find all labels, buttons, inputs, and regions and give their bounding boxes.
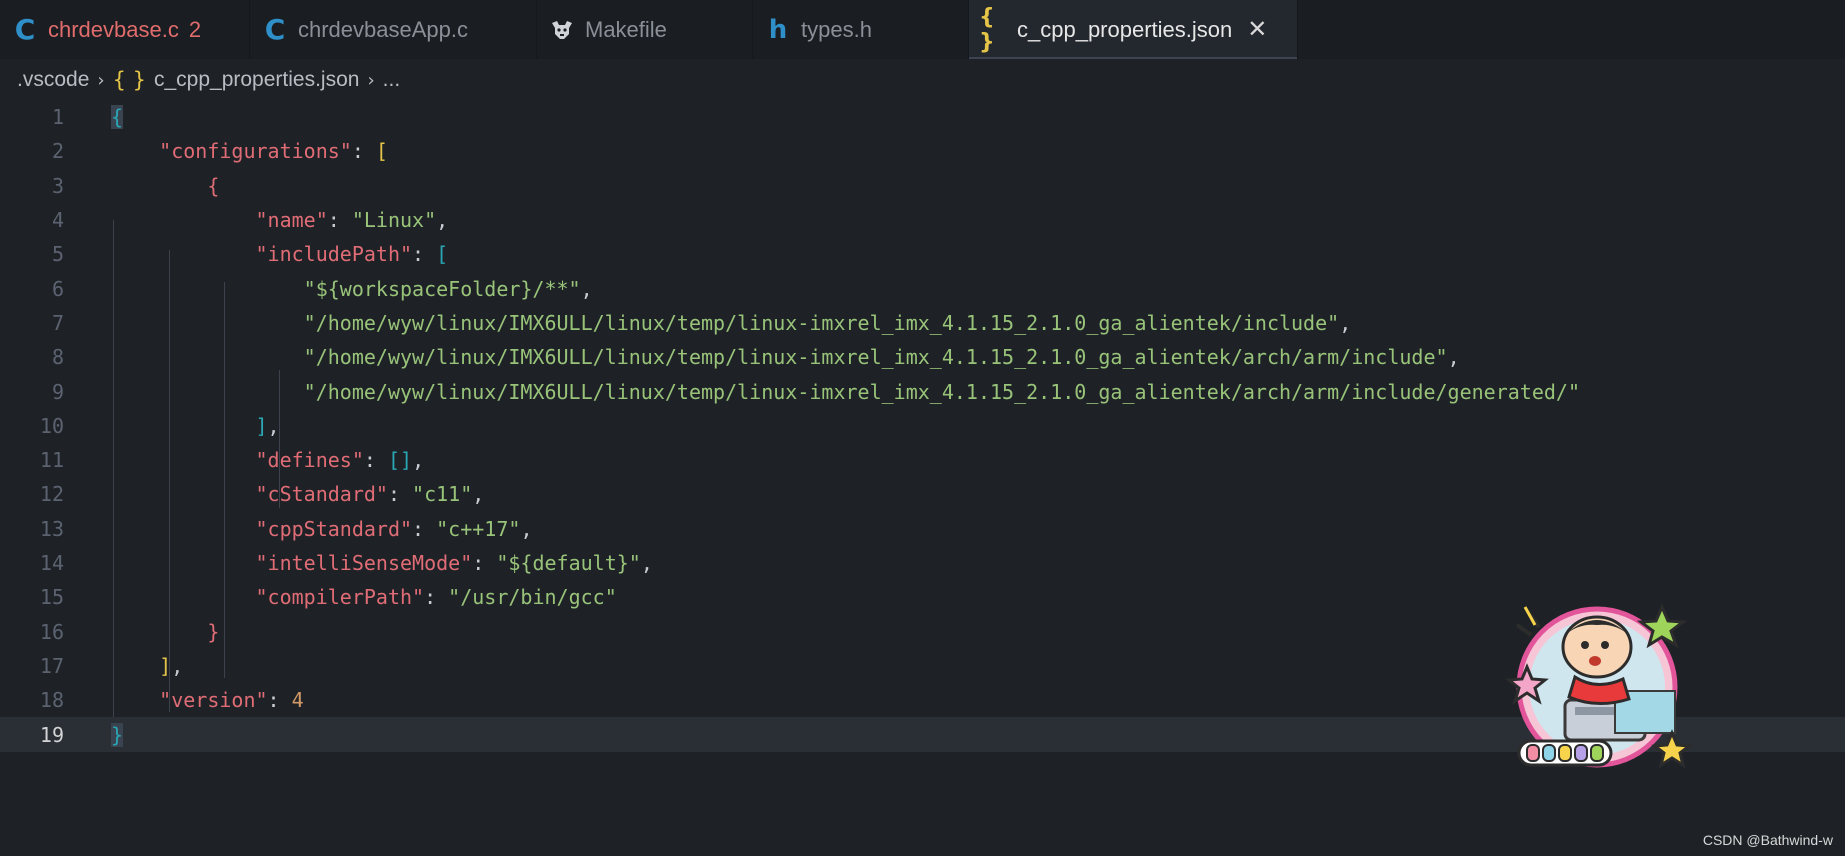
c-file-icon: C — [264, 13, 286, 46]
code-text: "cStandard": "c11", — [255, 482, 485, 507]
tab-label: types.h — [801, 16, 872, 42]
tab-label: chrdevbase.c — [48, 16, 179, 42]
code-line: 13 "cppStandard": "c++17", — [0, 512, 1845, 546]
line-number: 17 — [39, 653, 64, 678]
line-number: 14 — [39, 551, 64, 576]
tab-chrdevbase-c[interactable]: C chrdevbase.c 2 — [0, 0, 250, 59]
line-number: 9 — [51, 379, 64, 404]
tab-c-cpp-properties-json[interactable]: { } c_cpp_properties.json ✕ — [969, 0, 1298, 59]
line-number: 18 — [39, 688, 64, 713]
c-file-icon: C — [14, 13, 36, 46]
code-text: "/home/wyw/linux/IMX6ULL/linux/temp/linu… — [303, 379, 1581, 404]
line-number: 19 — [39, 722, 64, 747]
chevron-right-icon: › — [367, 69, 375, 91]
makefile-icon — [547, 19, 577, 41]
line-number: 2 — [51, 139, 64, 164]
code-line: 3 { — [0, 169, 1845, 203]
code-line: 12 "cStandard": "c11", — [0, 477, 1845, 511]
line-number: 10 — [39, 413, 64, 438]
code-line: 11 "defines": [], — [0, 443, 1845, 477]
code-text: "intelliSenseMode": "${default}", — [255, 551, 653, 576]
code-text: "version": 4 — [159, 688, 304, 713]
line-number: 16 — [39, 619, 64, 644]
tab-types-h[interactable]: h types.h — [753, 0, 969, 59]
code-text: "cppStandard": "c++17", — [255, 516, 533, 541]
code-text: ], — [159, 653, 184, 678]
json-file-icon: { } — [112, 68, 146, 92]
problems-badge: 2 — [188, 16, 202, 42]
line-number: 12 — [39, 482, 64, 507]
code-text: "/home/wyw/linux/IMX6ULL/linux/temp/linu… — [303, 310, 1352, 335]
breadcrumb-folder[interactable]: .vscode — [17, 68, 89, 92]
code-text: "compilerPath": "/usr/bin/gcc" — [255, 585, 617, 610]
code-line: 4 "name": "Linux", — [0, 203, 1845, 237]
chevron-right-icon: › — [97, 69, 105, 91]
line-number: 11 — [39, 448, 64, 473]
code-text: } — [207, 619, 220, 644]
code-line: 8 "/home/wyw/linux/IMX6ULL/linux/temp/li… — [0, 340, 1845, 374]
line-number: 1 — [51, 105, 64, 130]
code-text: { — [207, 173, 220, 198]
line-number: 4 — [51, 208, 64, 233]
editor-tab-bar: C chrdevbase.c 2 C chrdevbaseApp.c Makef… — [0, 0, 1845, 59]
line-number: 5 — [51, 242, 64, 267]
code-text: } — [111, 722, 124, 747]
line-number: 8 — [51, 345, 64, 370]
code-line: 7 "/home/wyw/linux/IMX6ULL/linux/temp/li… — [0, 306, 1845, 340]
code-line: 14 "intelliSenseMode": "${default}", — [0, 546, 1845, 580]
close-icon[interactable]: ✕ — [1246, 15, 1268, 44]
tab-label: Makefile — [585, 16, 667, 42]
code-text: ], — [255, 413, 280, 438]
h-file-icon: h — [768, 14, 788, 45]
code-line: 1 { — [0, 100, 1845, 134]
code-line: 10 ], — [0, 409, 1845, 443]
code-text: "configurations": [ — [159, 139, 388, 164]
tab-label: c_cpp_properties.json — [1017, 16, 1233, 42]
line-number: 3 — [51, 173, 64, 198]
breadcrumb: .vscode › { } c_cpp_properties.json › ..… — [0, 62, 1845, 98]
code-text: "includePath": [ — [255, 242, 449, 267]
tab-makefile[interactable]: Makefile — [537, 0, 753, 59]
tab-chrdevbaseapp-c[interactable]: C chrdevbaseApp.c — [250, 0, 537, 59]
code-line: 2 "configurations": [ — [0, 134, 1845, 168]
line-number: 13 — [39, 516, 64, 541]
code-text: "name": "Linux", — [255, 208, 449, 233]
code-text: { — [111, 105, 124, 130]
code-line: 5 "includePath": [ — [0, 237, 1845, 271]
code-text: "${workspaceFolder}/**", — [303, 276, 593, 301]
watermark-text: CSDN @Bathwind-w — [1702, 832, 1833, 848]
code-text: "/home/wyw/linux/IMX6ULL/linux/temp/linu… — [303, 345, 1460, 370]
breadcrumb-file[interactable]: c_cpp_properties.json — [154, 68, 359, 92]
code-line: 6 "${workspaceFolder}/**", — [0, 272, 1845, 306]
line-number: 6 — [51, 276, 64, 301]
breadcrumb-more[interactable]: ... — [383, 68, 401, 92]
line-number: 7 — [51, 310, 64, 335]
cartoon-sticker-image — [1505, 603, 1693, 769]
line-number: 15 — [39, 585, 64, 610]
json-file-icon: { } — [979, 4, 995, 55]
tab-label: chrdevbaseApp.c — [298, 16, 468, 42]
code-text: "defines": [], — [255, 448, 425, 473]
code-line: 9 "/home/wyw/linux/IMX6ULL/linux/temp/li… — [0, 374, 1845, 408]
